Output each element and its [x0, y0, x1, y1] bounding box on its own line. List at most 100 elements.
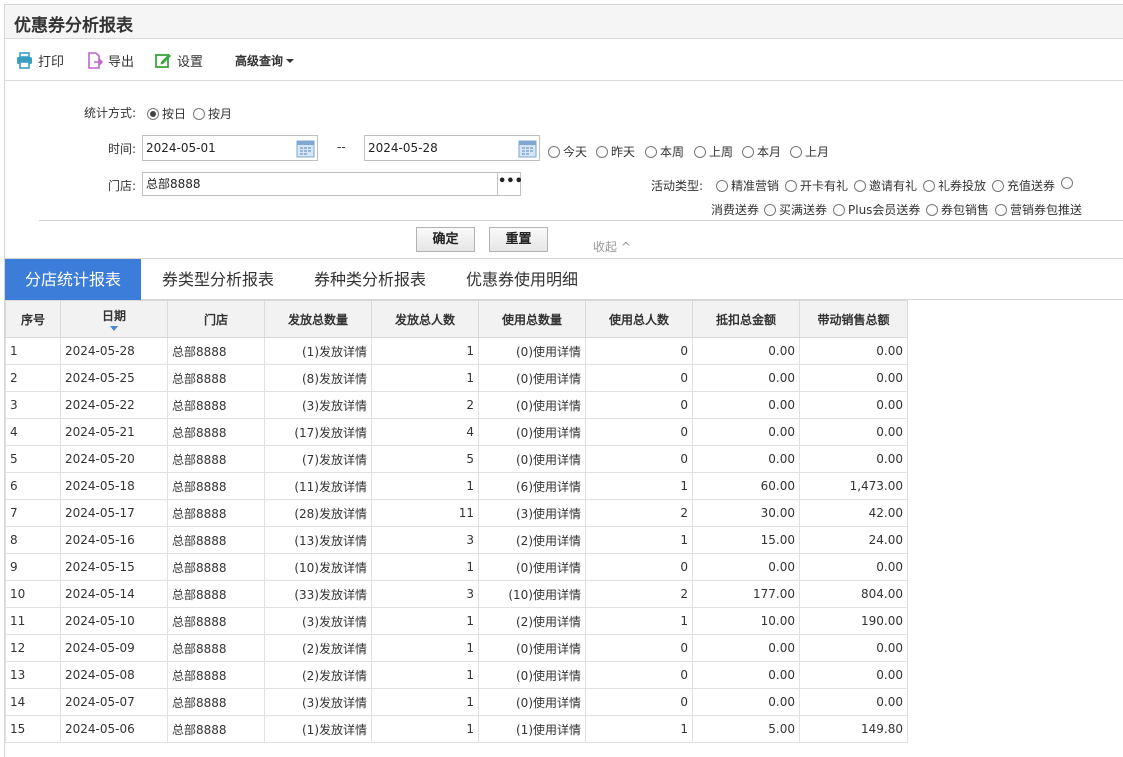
activity-type-0[interactable]: 精准营销: [716, 177, 779, 194]
table-row[interactable]: 2 2024-05-25 总部8888 (8)发放详情 1 (0)使用详情 0 0.00 0.0…: [5, 364, 908, 392]
store-picker-button[interactable]: •••: [497, 173, 523, 195]
table-row[interactable]: 9 2024-05-15 总部8888 (10)发放详情 1 (0)使用详情 0 0.00 0.…: [5, 553, 908, 581]
usage-detail-link[interactable]: (0)使用详情: [478, 337, 586, 365]
activity-type-5-label: 消费送券: [711, 203, 760, 217]
usage-detail-link[interactable]: (10)使用详情: [478, 580, 586, 608]
table-row[interactable]: 12 2024-05-09 总部8888 (2)发放详情 1 (0)使用详情 0 0.00 0.…: [5, 634, 908, 662]
table-row[interactable]: 13 2024-05-08 总部8888 (2)发放详情 1 (0)使用详情 0 0.00 0.…: [5, 661, 908, 689]
calendar-icon[interactable]: [518, 138, 537, 158]
table-row[interactable]: 3 2024-05-22 总部8888 (3)发放详情 2 (0)使用详情 0 0.00 0.0…: [5, 391, 908, 419]
usage-detail-link[interactable]: (0)使用详情: [478, 553, 586, 581]
driven-sales: 0.00: [799, 634, 908, 662]
usage-detail-link[interactable]: (1)使用详情: [478, 715, 586, 743]
issue-detail-link[interactable]: (10)发放详情: [264, 553, 372, 581]
issue-detail-link[interactable]: (7)发放详情: [264, 445, 372, 473]
table-row[interactable]: 7 2024-05-17 总部8888 (28)发放详情 11 (3)使用详情 2 30.00…: [5, 499, 908, 527]
usage-detail-link[interactable]: (3)使用详情: [478, 499, 586, 527]
used-people: 2: [585, 499, 693, 527]
collapse-toggle[interactable]: 收起 ^: [593, 238, 631, 255]
column-header[interactable]: 发放总人数: [371, 300, 479, 338]
activity-type-2[interactable]: 邀请有礼: [854, 177, 917, 194]
quick-range-last-week[interactable]: 上周: [694, 143, 733, 160]
issue-detail-link[interactable]: (11)发放详情: [264, 472, 372, 500]
quick-range-last-month[interactable]: 上月: [790, 143, 829, 160]
quick-range-this-month[interactable]: 本月: [742, 143, 781, 160]
row-store: 总部8888: [167, 607, 265, 635]
row-date: 2024-05-10: [60, 607, 168, 635]
tab-coupon-type-report[interactable]: 券类型分析报表: [147, 259, 289, 300]
radio-by-day[interactable]: 按日: [147, 105, 186, 122]
usage-detail-link[interactable]: (0)使用详情: [478, 634, 586, 662]
deduct-amount: 0.00: [692, 553, 800, 581]
usage-detail-link[interactable]: (0)使用详情: [478, 661, 586, 689]
usage-detail-link[interactable]: (0)使用详情: [478, 391, 586, 419]
table-row[interactable]: 10 2024-05-14 总部8888 (33)发放详情 3 (10)使用详情 2 177.…: [5, 580, 908, 608]
tab-coupon-usage-detail[interactable]: 优惠券使用明细: [451, 259, 593, 300]
activity-type-7[interactable]: Plus会员送券: [833, 201, 920, 218]
radio-circle: [764, 203, 776, 216]
settings-button[interactable]: 设置: [155, 49, 203, 71]
store-input[interactable]: 总部8888 •••: [142, 172, 523, 196]
usage-detail-link[interactable]: (2)使用详情: [478, 526, 586, 554]
issue-detail-link[interactable]: (17)发放详情: [264, 418, 372, 446]
issue-detail-link[interactable]: (3)发放详情: [264, 688, 372, 716]
quick-range-this-week[interactable]: 本周: [645, 143, 684, 160]
column-header[interactable]: 带动销售总额: [799, 300, 908, 338]
table-row[interactable]: 5 2024-05-20 总部8888 (7)发放详情 5 (0)使用详情 0 0.00 0.0…: [5, 445, 908, 473]
column-header[interactable]: 使用总人数: [585, 300, 693, 338]
table-row[interactable]: 8 2024-05-16 总部8888 (13)发放详情 3 (2)使用详情 1 15.00 2…: [5, 526, 908, 554]
column-header[interactable]: 使用总数量: [478, 300, 586, 338]
column-header[interactable]: 发放总数量: [264, 300, 372, 338]
issue-detail-link[interactable]: (1)发放详情: [264, 337, 372, 365]
tab-coupon-kind-report[interactable]: 券种类分析报表: [299, 259, 441, 300]
date-to-input[interactable]: 2024-05-28: [364, 135, 540, 161]
usage-detail-link[interactable]: (6)使用详情: [478, 472, 586, 500]
date-from-input[interactable]: 2024-05-01: [142, 135, 318, 161]
reset-button[interactable]: 重置: [489, 227, 548, 252]
advanced-query-dropdown[interactable]: 高级查询: [235, 49, 295, 71]
usage-detail-link[interactable]: (2)使用详情: [478, 607, 586, 635]
activity-type-5-radio[interactable]: [1061, 177, 1076, 189]
table-row[interactable]: 6 2024-05-18 总部8888 (11)发放详情 1 (6)使用详情 1 60.00 1…: [5, 472, 908, 500]
table-row[interactable]: 14 2024-05-07 总部8888 (3)发放详情 1 (0)使用详情 0 0.00 0.…: [5, 688, 908, 716]
usage-detail-link[interactable]: (0)使用详情: [478, 364, 586, 392]
activity-type-6[interactable]: 买满送券: [764, 201, 827, 218]
issue-detail-link[interactable]: (28)发放详情: [264, 499, 372, 527]
activity-type-3[interactable]: 礼券投放: [923, 177, 986, 194]
quick-range-yesterday[interactable]: 昨天: [596, 143, 635, 160]
issue-detail-link[interactable]: (8)发放详情: [264, 364, 372, 392]
radio-circle: [926, 203, 938, 216]
issue-detail-link[interactable]: (2)发放详情: [264, 634, 372, 662]
issue-detail-link[interactable]: (33)发放详情: [264, 580, 372, 608]
table-row[interactable]: 1 2024-05-28 总部8888 (1)发放详情 1 (0)使用详情 0 0.00 0.0…: [5, 337, 908, 365]
row-date: 2024-05-07: [60, 688, 168, 716]
usage-detail-link[interactable]: (0)使用详情: [478, 418, 586, 446]
row-store: 总部8888: [167, 472, 265, 500]
activity-type-1[interactable]: 开卡有礼: [785, 177, 848, 194]
calendar-icon[interactable]: [296, 138, 315, 158]
column-header[interactable]: 门店: [167, 300, 265, 338]
issue-detail-link[interactable]: (2)发放详情: [264, 661, 372, 689]
issue-detail-link[interactable]: (1)发放详情: [264, 715, 372, 743]
column-header[interactable]: 序号: [5, 300, 61, 338]
quick-range-today[interactable]: 今天: [548, 143, 587, 160]
radio-circle-checked: [147, 107, 159, 120]
column-header[interactable]: 抵扣总金额: [692, 300, 800, 338]
tab-store-report[interactable]: 分店统计报表: [5, 259, 141, 300]
confirm-button[interactable]: 确定: [416, 227, 475, 252]
table-row[interactable]: 15 2024-05-06 总部8888 (1)发放详情 1 (1)使用详情 1 5.00 14…: [5, 715, 908, 743]
activity-type-9[interactable]: 营销券包推送: [995, 201, 1082, 218]
table-row[interactable]: 11 2024-05-10 总部8888 (3)发放详情 1 (2)使用详情 1 10.00 1…: [5, 607, 908, 635]
print-button[interactable]: 打印: [16, 49, 64, 71]
activity-type-4[interactable]: 充值送券: [992, 177, 1055, 194]
issue-detail-link[interactable]: (3)发放详情: [264, 391, 372, 419]
activity-type-8[interactable]: 券包销售: [926, 201, 989, 218]
table-row[interactable]: 4 2024-05-21 总部8888 (17)发放详情 4 (0)使用详情 0 0.00 0.…: [5, 418, 908, 446]
column-header-date[interactable]: 日期: [60, 300, 168, 338]
radio-by-month[interactable]: 按月: [193, 105, 232, 122]
issue-detail-link[interactable]: (3)发放详情: [264, 607, 372, 635]
issue-detail-link[interactable]: (13)发放详情: [264, 526, 372, 554]
usage-detail-link[interactable]: (0)使用详情: [478, 688, 586, 716]
usage-detail-link[interactable]: (0)使用详情: [478, 445, 586, 473]
export-button[interactable]: 导出: [86, 49, 134, 71]
